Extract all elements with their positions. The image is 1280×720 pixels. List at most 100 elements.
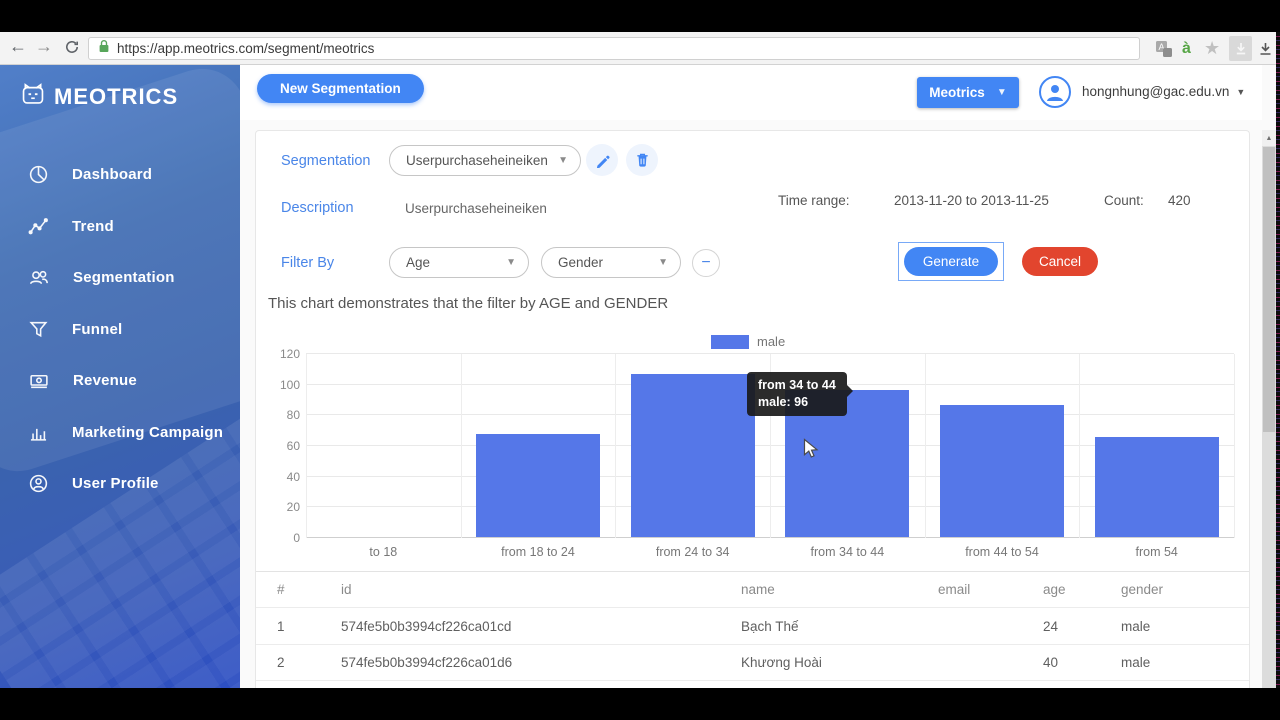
table-header-cell: # (277, 582, 285, 597)
chart-note: This chart demonstrates that the filter … (268, 295, 669, 312)
x-tick-label: from 24 to 34 (655, 545, 730, 559)
remove-filter-button[interactable]: − (692, 249, 720, 277)
table-row[interactable]: 2 574fe5b0b3994cf226ca01d6 Khương Hoài 40 ma… (256, 644, 1249, 681)
chart-legend: male (711, 334, 785, 349)
bar-slot (1079, 354, 1234, 538)
sidebar-nav: Dashboard Trend Segmentation Funnel Reve… (0, 149, 240, 510)
mouse-cursor (803, 438, 820, 466)
chevron-down-icon: ▼ (996, 87, 1007, 98)
person-icon (1047, 85, 1063, 101)
new-segmentation-button[interactable]: New Segmentation (257, 74, 424, 103)
money-icon (30, 375, 48, 389)
cancel-button[interactable]: Cancel (1022, 247, 1098, 276)
downloads-icon[interactable] (1258, 36, 1273, 61)
legend-swatch (711, 334, 749, 349)
browser-chrome: ← → https://app.meotrics.com/segment/meo… (0, 32, 1280, 65)
filter-gender-select[interactable]: Gender ▼ (541, 247, 681, 278)
address-bar[interactable]: https://app.meotrics.com/segment/meotric… (88, 37, 1140, 60)
video-edge-artifact (1276, 32, 1280, 688)
x-tick-label: from 34 to 44 (810, 545, 885, 559)
reload-icon[interactable] (60, 39, 84, 60)
sidebar: MEOTRICS Dashboard Trend Segmentation Fu… (0, 65, 240, 688)
sidebar-item-revenue[interactable]: Revenue (0, 355, 240, 407)
back-icon[interactable]: ← (6, 36, 30, 57)
table-cell: male (1121, 618, 1151, 634)
y-tick-label: 120 (279, 347, 300, 361)
table-body: 1 574fe5b0b3994cf226ca01cd Bạch Thế 24 male 2… (256, 607, 1249, 681)
table-cell: 24 (1043, 618, 1059, 634)
count-value: 420 (1168, 193, 1191, 208)
table-header-cell: name (741, 582, 775, 597)
sidebar-item-trend[interactable]: Trend (0, 201, 240, 253)
table-header-row: # id name email age gender (256, 571, 1249, 607)
vertical-scrollbar[interactable]: ▲ (1262, 130, 1276, 720)
translate-icon[interactable]: A (1155, 36, 1173, 61)
y-tick-label: 80 (286, 408, 300, 423)
app-logo[interactable]: MEOTRICS (20, 81, 178, 112)
chart-tooltip: from 34 to 44 male: 96 (747, 372, 853, 416)
bar-slot (306, 354, 461, 538)
generate-button[interactable]: Generate (904, 247, 998, 276)
scrollbar-thumb[interactable] (1263, 147, 1275, 432)
bookmark-star-icon[interactable]: ★ (1204, 36, 1220, 61)
user-email-text: hongnhung@gac.edu.vn (1082, 84, 1230, 99)
table-cell: 2 (277, 655, 285, 670)
filter-age-select[interactable]: Age ▼ (389, 247, 529, 278)
avatar[interactable] (1039, 76, 1071, 108)
edit-segment-button[interactable] (586, 144, 618, 176)
sidebar-item-funnel[interactable]: Funnel (0, 304, 240, 356)
bar-chart-icon (30, 428, 47, 441)
funnel-icon (29, 321, 48, 337)
bar-from-44-to-54[interactable] (940, 405, 1064, 537)
x-tick-label: to 18 (369, 545, 398, 559)
content-header: New Segmentation Meotrics ▼ hongnhung@ga… (240, 65, 1262, 120)
table-header-cell: id (341, 582, 352, 597)
table-header-cell: gender (1121, 582, 1164, 597)
time-range-value: 2013-11-20 to 2013-11-25 (894, 193, 1049, 208)
top-letterbox (0, 0, 1280, 32)
table-header-cell: age (1043, 582, 1066, 597)
pencil-icon (596, 155, 610, 168)
table-cell: 574fe5b0b3994cf226ca01cd (341, 618, 512, 634)
screen: ← → https://app.meotrics.com/segment/meo… (0, 0, 1280, 720)
table-cell: 574fe5b0b3994cf226ca01d6 (341, 655, 513, 670)
gridline (1234, 354, 1235, 538)
line-chart-icon (28, 217, 48, 235)
segmentation-label: Segmentation (281, 153, 371, 169)
sidebar-item-marketing-campaign[interactable]: Marketing Campaign (0, 407, 240, 459)
table-row[interactable]: 1 574fe5b0b3994cf226ca01cd Bạch Thế 24 male (256, 607, 1249, 644)
forward-icon[interactable]: → (32, 36, 56, 57)
lock-icon (98, 39, 110, 59)
bar-from-24-to-34[interactable] (630, 374, 755, 537)
trash-icon (636, 153, 648, 167)
bar-from-18-to-24[interactable] (476, 434, 600, 537)
y-tick-label: 100 (279, 377, 300, 392)
org-dropdown-button[interactable]: Meotrics ▼ (917, 77, 1019, 108)
extension-a-icon[interactable]: à (1182, 36, 1191, 61)
table-cell: male (1121, 655, 1151, 670)
delete-segment-button[interactable] (626, 144, 658, 176)
pie-chart-icon (29, 166, 48, 184)
description-label: Description (281, 200, 354, 216)
table-cell: Khương Hoài (741, 655, 822, 670)
download-extension-icon[interactable] (1229, 36, 1252, 61)
chevron-down-icon: ▼ (558, 155, 568, 166)
people-icon (30, 271, 48, 285)
bar-from-54[interactable] (1094, 437, 1219, 537)
segmentation-select[interactable]: Userpurchaseheineiken ▼ (389, 145, 581, 176)
legend-label: male (757, 334, 786, 349)
y-tick-label: 40 (286, 469, 300, 484)
results-table: # id name email age gender 1 574fe5b0b3994cf22… (256, 571, 1249, 681)
time-range-label: Time range: (778, 193, 850, 208)
chevron-down-icon: ▼ (506, 257, 516, 268)
sidebar-item-user-profile[interactable]: User Profile (0, 458, 240, 510)
bottom-letterbox (0, 688, 1280, 720)
sidebar-item-dashboard[interactable]: Dashboard (0, 149, 240, 201)
description-value: Userpurchaseheineiken (405, 201, 547, 216)
scroll-up-arrow-icon[interactable]: ▲ (1262, 130, 1276, 146)
bar-slot (461, 354, 616, 538)
person-circle-icon (29, 475, 48, 493)
sidebar-item-segmentation[interactable]: Segmentation (0, 252, 240, 304)
x-tick-label: from 54 (1135, 545, 1178, 559)
user-menu[interactable]: hongnhung@gac.edu.vn ▼ (1082, 84, 1245, 99)
